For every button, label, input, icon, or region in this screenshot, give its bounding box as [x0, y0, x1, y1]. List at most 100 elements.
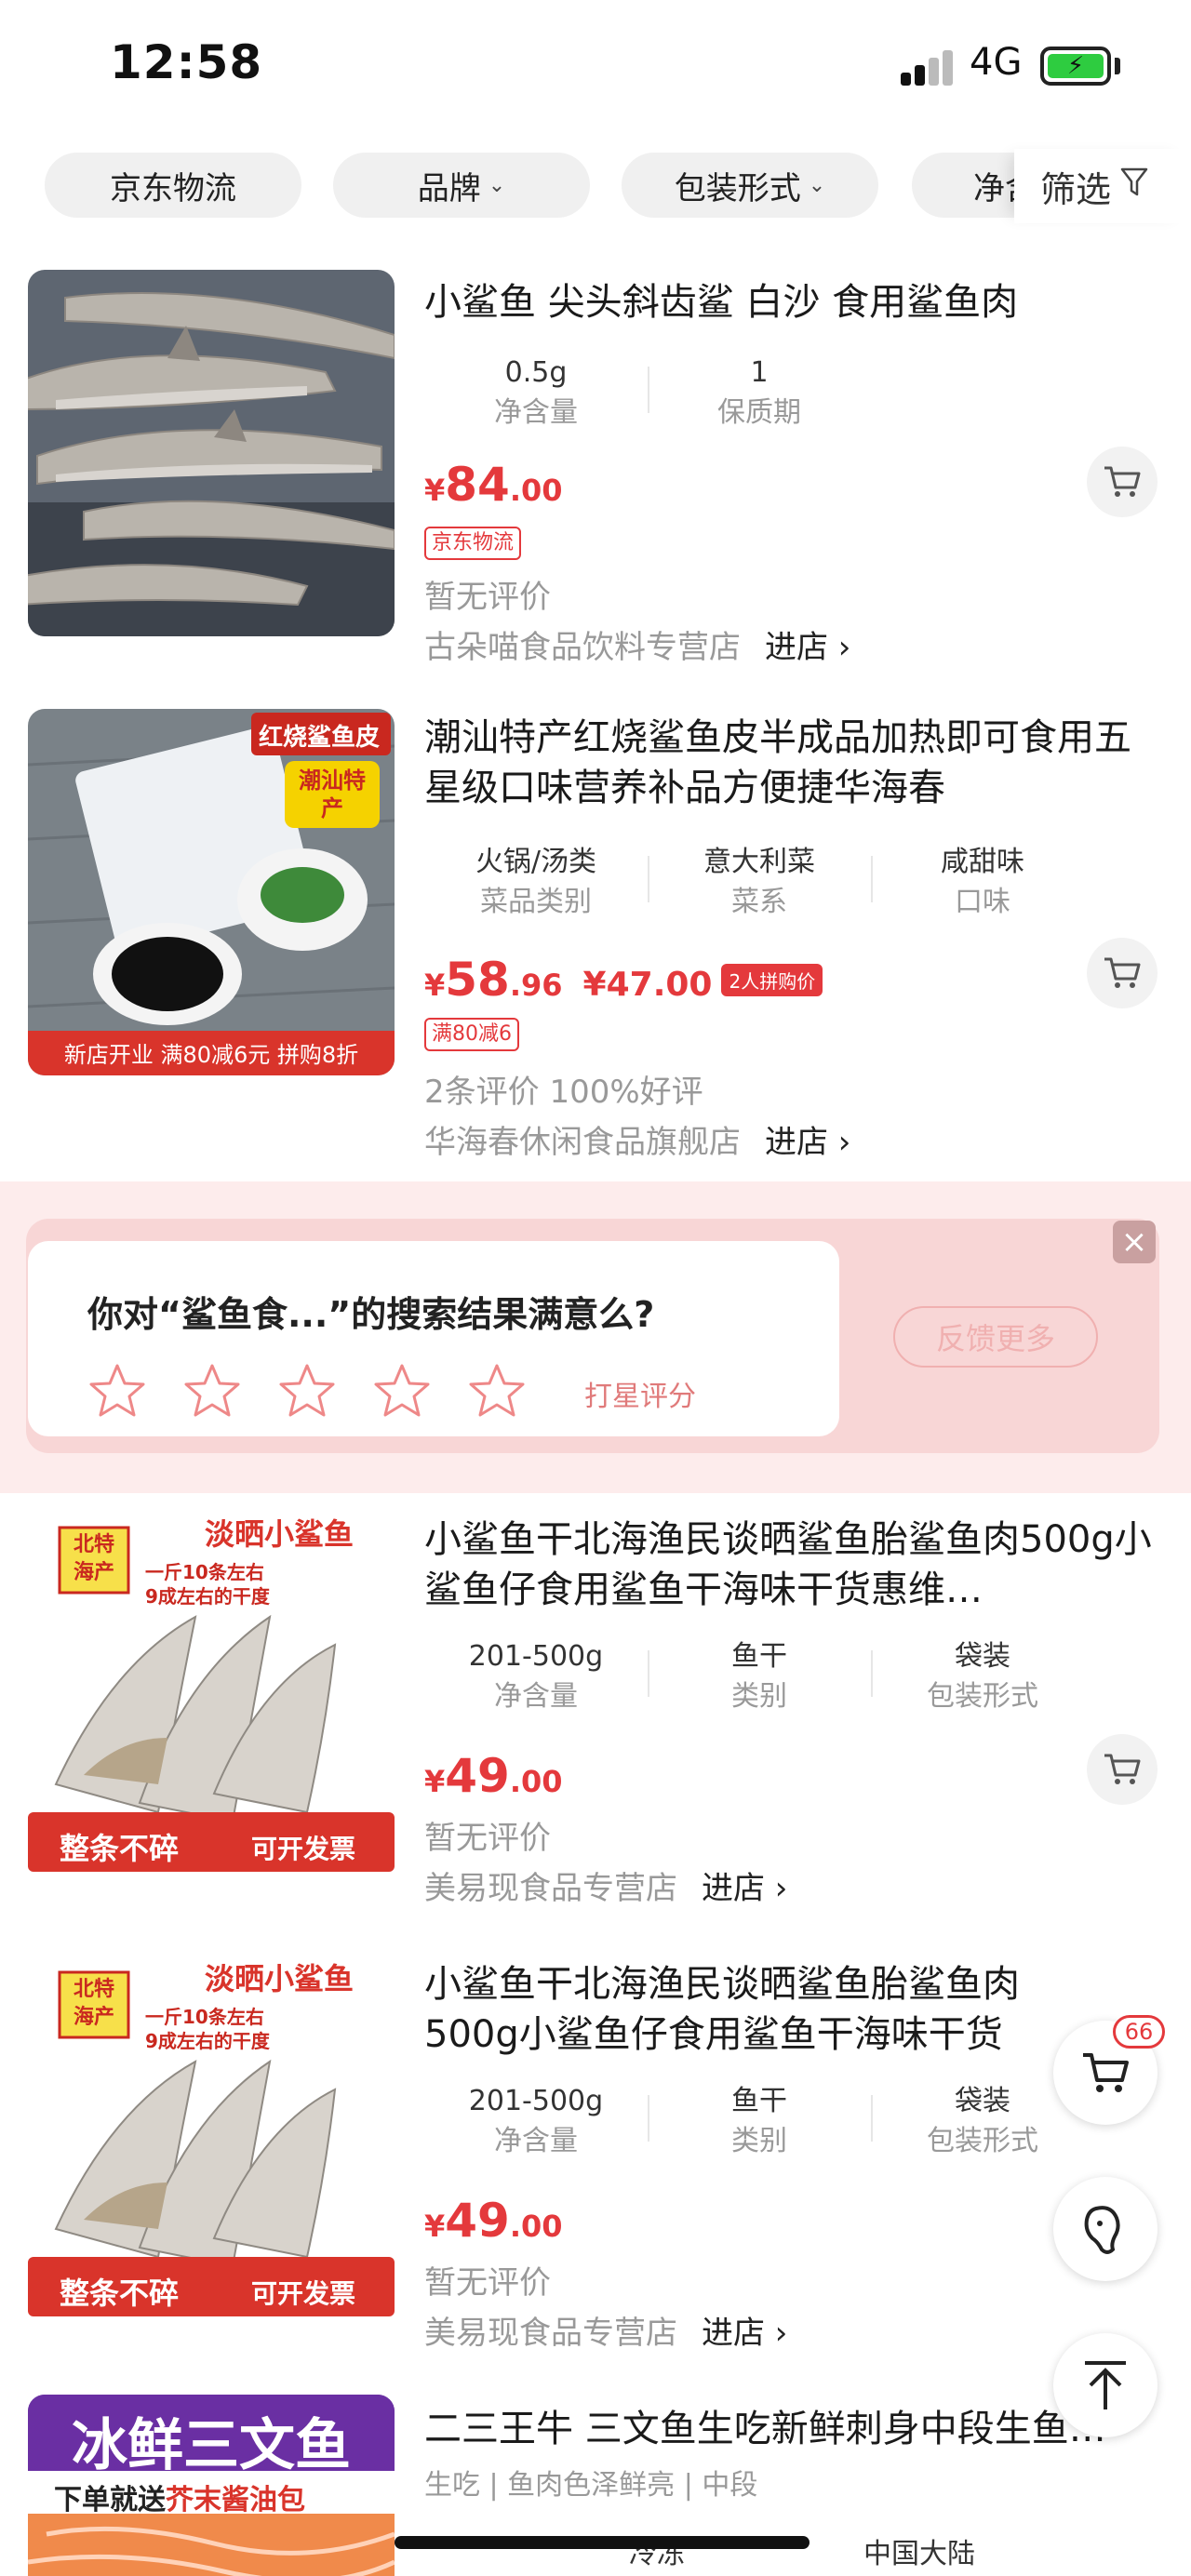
- product-attributes: 火锅/汤类 菜品类别 意大利菜 菜系 咸甜味 口味: [424, 843, 1094, 923]
- cart-count-badge: 66: [1113, 2015, 1165, 2049]
- arrow-up-icon: [1085, 2361, 1126, 2409]
- attribute: 201-500g 净含量: [468, 1640, 604, 1713]
- product-price: ¥58.96 ¥47.00 2人拼购价: [424, 953, 823, 1007]
- product-card[interactable]: 红烧鲨鱼皮 潮汕特产 新店开业 满80减6元 拼购8折 潮汕特产红烧鲨鱼皮半成品…: [0, 709, 1191, 1174]
- product-image[interactable]: 淡晒小鲨鱼 北特 海产 一斤10条左右 9成左右的干度 整条不碎 可开发票: [28, 1505, 395, 1872]
- attribute: 鱼干 类别: [648, 2082, 871, 2162]
- product-title[interactable]: 小鲨鱼 尖头斜齿鲨 白沙 食用鲨鱼肉: [424, 277, 1150, 327]
- thumb-banner: 新店开业 满80减6元 拼购8折: [63, 1042, 359, 1068]
- star-icon[interactable]: [465, 1360, 529, 1423]
- status-time: 12:58: [110, 35, 263, 89]
- add-to-cart-button[interactable]: [1087, 938, 1158, 1008]
- product-title[interactable]: 小鲨鱼干北海渔民谈晒鲨鱼胎鲨鱼肉500g小鲨鱼仔食用鲨鱼干海味干货惠: [424, 1959, 1038, 2060]
- network-label: 4G: [970, 41, 1023, 84]
- filter-chip-jd-logistics[interactable]: 京东物流: [45, 153, 301, 218]
- funnel-icon: [1120, 167, 1148, 207]
- thumb-subline: 一斤10条左右: [145, 1561, 264, 1583]
- enter-shop-link[interactable]: 进店 ›: [702, 1870, 787, 1907]
- filter-button[interactable]: 筛选: [1014, 149, 1191, 223]
- shop-name[interactable]: 华海春休闲食品旗舰店: [424, 1124, 741, 1161]
- attribute: 袋装 包装形式: [871, 1637, 1094, 1717]
- thumb-badge: 北特 海产: [73, 1533, 114, 1584]
- close-icon[interactable]: ×: [1113, 1221, 1156, 1263]
- footprint-icon: [1084, 2206, 1120, 2254]
- product-card[interactable]: 淡晒小鲨鱼 北特 海产 一斤10条左右 9成左右的干度 整条不碎 可开发票 小鲨…: [0, 1950, 1191, 2378]
- product-title[interactable]: 二三王牛 三文鱼生吃新鲜刺身中段生鱼…: [424, 2404, 1159, 2454]
- product-price: ¥84.00: [424, 458, 563, 512]
- shop-name[interactable]: 美易现食品专营店: [424, 1870, 677, 1907]
- thumb-label-right: 可开发票: [251, 1834, 356, 1864]
- filter-chip-brand[interactable]: 品牌 ⌄: [333, 153, 590, 218]
- chevron-down-icon: ⌄: [808, 173, 826, 197]
- attribute: 鱼干 类别: [648, 1637, 871, 1717]
- shop-line: 美易现食品专营店 进店 ›: [424, 2307, 787, 2353]
- cart-icon: [1104, 466, 1141, 497]
- discount-tag: 满80减6: [424, 1018, 519, 1051]
- attribute: 0.5g 净含量: [494, 356, 578, 429]
- product-attributes: 201-500g 净含量 鱼干 类别 袋装 包装形式: [424, 1637, 1094, 1717]
- cart-icon: [1104, 1754, 1141, 1784]
- cart-icon: [1083, 2053, 1129, 2092]
- product-image[interactable]: 红烧鲨鱼皮 潮汕特产 新店开业 满80减6元 拼购8折: [28, 709, 395, 1075]
- attribute: 火锅/汤类 菜品类别: [475, 846, 597, 918]
- battery-icon: ⚡: [1040, 47, 1111, 86]
- thumb-label-left: 整条不碎: [60, 1831, 180, 1866]
- feedback-more-button[interactable]: 反馈更多: [893, 1306, 1098, 1368]
- add-to-cart-button[interactable]: [1087, 1734, 1158, 1805]
- thumb-title: 淡晒小鲨鱼: [205, 1516, 355, 1552]
- shop-name[interactable]: 古朵喵食品饮料专营店: [424, 629, 741, 666]
- home-indicator: [395, 2536, 810, 2549]
- footprint-button[interactable]: [1053, 2177, 1158, 2281]
- product-card[interactable]: 小鲨鱼 尖头斜齿鲨 白沙 食用鲨鱼肉 0.5g 净含量 1 保质期 ¥84.00 京…: [0, 270, 1191, 679]
- product-attributes: 201-500g 净含量 鱼干 类别 袋装 包装形式: [424, 2082, 1094, 2162]
- shop-line: 华海春休闲食品旗舰店 进店 ›: [424, 1116, 850, 1162]
- attribute: 咸甜味 口味: [871, 843, 1094, 923]
- back-to-top-button[interactable]: [1053, 2333, 1158, 2437]
- signal-icon: [901, 48, 957, 86]
- review-summary: 暂无评价: [424, 1820, 551, 1857]
- add-to-cart-button[interactable]: [1087, 447, 1158, 517]
- product-title[interactable]: 小鲨鱼干北海渔民谈晒鲨鱼胎鲨鱼肉500g小鲨鱼仔食用鲨鱼干海味干货惠维…: [424, 1515, 1159, 1615]
- thumb-subline: 9成左右的干度: [145, 1585, 270, 1608]
- product-image[interactable]: 淡晒小鲨鱼 北特 海产 一斤10条左右 9成左右的干度 整条不碎 可开发票: [28, 1950, 395, 2316]
- status-bar: 12:58 4G ⚡: [0, 0, 1191, 140]
- product-title[interactable]: 潮汕特产红烧鲨鱼皮半成品加热即可食用五星级口味营养补品方便捷华海春: [424, 713, 1150, 813]
- attribute: 1 保质期: [648, 354, 871, 434]
- thumb-subline: 9成左右的干度: [145, 2030, 270, 2052]
- star-icon[interactable]: [275, 1360, 339, 1423]
- enter-shop-link[interactable]: 进店 ›: [765, 629, 850, 666]
- thumb-title: 冰鲜三文鱼: [72, 2413, 351, 2478]
- enter-shop-link[interactable]: 进店 ›: [765, 1124, 850, 1161]
- group-buy-tag: 2人拼购价: [721, 964, 823, 996]
- group-price: ¥47.00: [582, 966, 713, 1004]
- thumb-badge: 北特 海产: [73, 1978, 114, 2029]
- thumb-subline: 一斤10条左右: [145, 2006, 264, 2028]
- chevron-down-icon: ⌄: [488, 173, 506, 197]
- product-price: ¥49.00: [424, 1749, 563, 1803]
- product-image[interactable]: 冰鲜三文鱼 下单就送芥末酱油包: [28, 2395, 395, 2576]
- shop-name[interactable]: 美易现食品专营店: [424, 2315, 677, 2352]
- product-subline: 生吃 | 鱼肉色泽鲜亮 | 中段: [424, 2469, 758, 2502]
- rate-label: 打星评分: [584, 1381, 696, 1413]
- filter-chip-packaging[interactable]: 包装形式 ⌄: [622, 153, 878, 218]
- review-summary: 2条评价 100%好评: [424, 1074, 703, 1111]
- enter-shop-link[interactable]: 进店 ›: [702, 2315, 787, 2352]
- cart-icon: [1104, 957, 1141, 988]
- jd-logistics-tag: 京东物流: [424, 527, 522, 560]
- filter-bar: 京东物流 品牌⌄ 包装形式⌄ 净含量 筛选: [0, 149, 1191, 223]
- star-rating: [86, 1360, 529, 1423]
- attribute-value: 中国大陆: [863, 2538, 975, 2570]
- thumb-title: 淡晒小鲨鱼: [205, 1961, 355, 1996]
- product-image[interactable]: [28, 270, 395, 636]
- star-icon[interactable]: [370, 1360, 434, 1423]
- review-summary: 暂无评价: [424, 579, 551, 616]
- product-card[interactable]: 淡晒小鲨鱼 北特 海产 一斤10条左右 9成左右的干度 整条不碎 可开发票 小鲨…: [0, 1505, 1191, 1933]
- thumb-corner-label: 红烧鲨鱼皮: [259, 724, 381, 752]
- thumb-label-left: 整条不碎: [60, 2276, 180, 2311]
- product-attributes: 0.5g 净含量 1 保质期: [424, 354, 1094, 434]
- shop-line: 古朵喵食品饮料专营店 进店 ›: [424, 621, 850, 667]
- attribute: 201-500g 净含量: [468, 2085, 604, 2157]
- star-icon[interactable]: [181, 1360, 244, 1423]
- star-icon[interactable]: [86, 1360, 149, 1423]
- thumb-sticker: 潮汕特产: [299, 767, 366, 821]
